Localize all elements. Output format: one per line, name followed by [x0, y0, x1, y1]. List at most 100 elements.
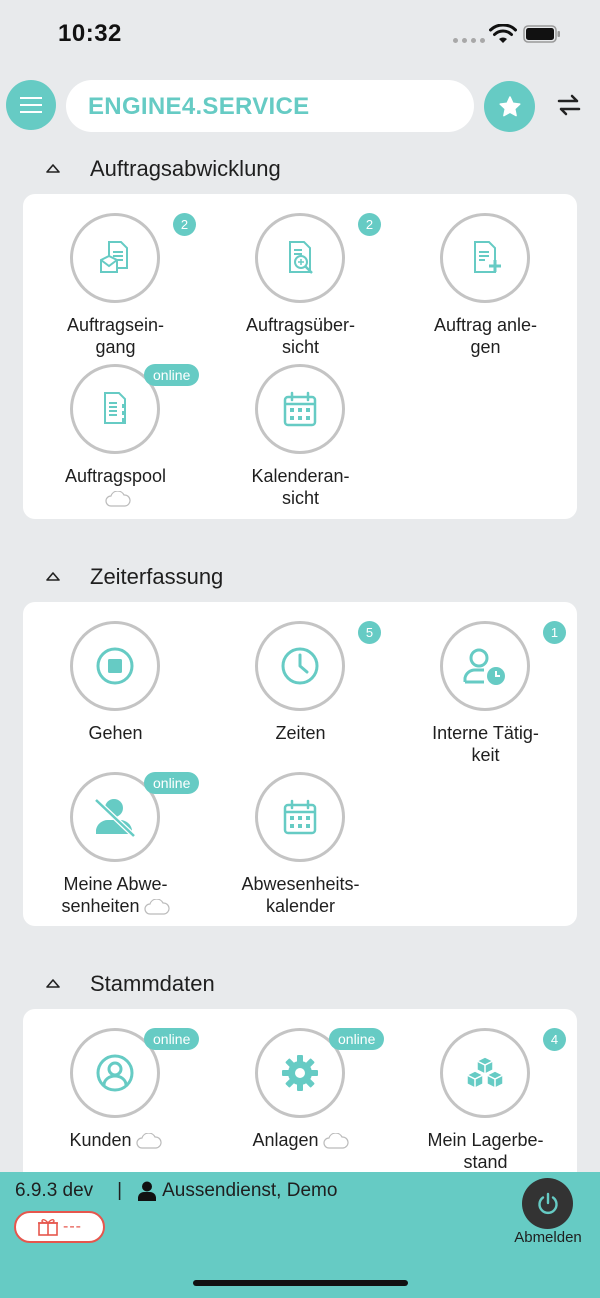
chip-text: --- [63, 1218, 82, 1235]
hamburger-icon [20, 97, 42, 113]
section-header-auftragsabwicklung[interactable]: Auftragsabwicklung [0, 150, 600, 190]
badge-online: online [144, 364, 200, 386]
inbox-document-icon [100, 241, 128, 273]
separator: | [117, 1180, 123, 1201]
tile-label: Mein Lagerbe- stand [427, 1130, 544, 1172]
tile-auftragseingang[interactable]: 2 Auftragsein- gang [23, 213, 208, 357]
tile-auftragspool[interactable]: online Auftragspool [23, 364, 208, 507]
footer-info: 6.9.3 dev | Aussendienst, Demo [15, 1180, 337, 1202]
section-title: Stammdaten [90, 971, 215, 996]
tile-circle [255, 772, 345, 862]
tile-label: Meine Abwe- senheiten [23, 873, 208, 917]
tile-auftragsuebersicht[interactable]: 2 Auftragsüber- sicht [208, 213, 393, 357]
tile-label: Auftrag anle- gen [433, 315, 538, 357]
star-icon [498, 95, 521, 116]
document-add-icon [474, 241, 501, 273]
tile-interne-taetigkeit[interactable]: 1 Interne Tätig- keit [393, 621, 577, 765]
package-icon [38, 1219, 58, 1236]
battery-icon [523, 25, 560, 43]
app-version: 6.9.3 dev [15, 1180, 94, 1201]
collapse-icon [46, 164, 60, 173]
cloud-icon [144, 899, 170, 915]
calendar-icon [283, 799, 317, 835]
tile-abwesenheitskalender[interactable]: Abwesenheits- kalender [208, 772, 393, 916]
tile-circle [70, 621, 160, 711]
search-box[interactable]: ENGINE4.SERVICE [66, 80, 474, 132]
menu-button[interactable] [6, 80, 56, 130]
tile-label: Anlagen [208, 1129, 393, 1151]
favorites-button[interactable] [484, 81, 535, 132]
section-title: Zeiterfassung [90, 564, 224, 589]
tile-anlagen[interactable]: online Anlagen [208, 1028, 393, 1168]
section-title: Auftragsabwicklung [90, 156, 281, 181]
tile-circle [440, 213, 530, 303]
badge-count: 2 [358, 213, 381, 236]
signal-icon [453, 38, 485, 43]
tile-circle [255, 213, 345, 303]
status-time: 10:32 [58, 20, 122, 47]
section-card-zeiterfassung: Gehen 5 Zeiten 1 Interne Tätig- keit onl… [23, 602, 577, 926]
cloud-icon [136, 1133, 162, 1149]
person-icon [138, 1181, 157, 1201]
tile-label-text: Auftragspool [64, 466, 167, 486]
tile-circle [440, 621, 530, 711]
stop-icon [96, 647, 134, 685]
badge-count: 2 [173, 213, 196, 236]
person-off-icon [94, 798, 136, 838]
tile-label: Auftragspool [23, 465, 208, 509]
tile-circle [70, 213, 160, 303]
logout-button[interactable] [522, 1178, 573, 1229]
app-header: ENGINE4.SERVICE [0, 78, 600, 134]
switch-button[interactable] [552, 90, 586, 120]
tile-label: Interne Tätig- keit [432, 723, 539, 765]
footer-bar: 6.9.3 dev | Aussendienst, Demo --- Abmel… [0, 1172, 600, 1298]
collapse-icon [46, 979, 60, 988]
tile-circle [255, 621, 345, 711]
clock-icon [281, 647, 319, 685]
tile-label: Auftragsein- gang [66, 315, 165, 357]
tile-mein-lagerbestand[interactable]: 4 Mein Lagerbe- stand [393, 1028, 577, 1172]
tile-circle [440, 1028, 530, 1118]
document-list-icon [104, 392, 126, 424]
badge-online: online [144, 1028, 200, 1050]
sync-status-chip[interactable]: --- [14, 1211, 105, 1243]
tile-kalenderansicht[interactable]: Kalenderan- sicht [208, 364, 393, 508]
tile-label: Auftragsüber- sicht [245, 315, 356, 357]
power-icon [537, 1192, 558, 1214]
badge-online: online [329, 1028, 385, 1050]
tile-meine-abwesenheiten[interactable]: online Meine Abwe- senheiten [23, 772, 208, 916]
document-search-icon [289, 241, 313, 274]
boxes-icon [466, 1056, 504, 1089]
customer-icon [96, 1054, 134, 1092]
person-clock-icon [463, 648, 505, 685]
tile-zeiten[interactable]: 5 Zeiten [208, 621, 393, 761]
swap-arrows-icon [557, 94, 581, 116]
calendar-icon [283, 391, 317, 427]
tile-label: Kunden [23, 1129, 208, 1151]
cloud-icon [323, 1133, 349, 1149]
collapse-icon [46, 572, 60, 581]
badge-count: 4 [543, 1028, 566, 1051]
logout-label: Abmelden [514, 1229, 582, 1246]
badge-count: 1 [543, 621, 566, 644]
badge-count: 5 [358, 621, 381, 644]
brand-title: ENGINE4.SERVICE [88, 93, 310, 120]
tile-label-text: Anlagen [252, 1130, 319, 1150]
section-card-auftragsabwicklung: 2 Auftragsein- gang 2 Auftragsüber- sich… [23, 194, 577, 519]
cloud-icon [104, 491, 131, 507]
tile-label: Zeiten [275, 723, 326, 743]
tile-circle [255, 364, 345, 454]
section-header-stammdaten[interactable]: Stammdaten [0, 965, 600, 1005]
tile-label: Kalenderan- sicht [251, 466, 350, 508]
tile-auftrag-anlegen[interactable]: Auftrag anle- gen [393, 213, 577, 357]
section-header-zeiterfassung[interactable]: Zeiterfassung [0, 558, 600, 598]
badge-online: online [144, 772, 200, 794]
home-indicator [193, 1280, 408, 1286]
wifi-icon [489, 24, 517, 43]
tile-label: Abwesenheits- kalender [241, 874, 360, 916]
tile-kunden[interactable]: online Kunden [23, 1028, 208, 1168]
user-name: Aussendienst, Demo [162, 1180, 338, 1201]
gear-icon [282, 1055, 318, 1091]
tile-gehen[interactable]: Gehen [23, 621, 208, 761]
tile-label-text: Kunden [69, 1130, 132, 1150]
